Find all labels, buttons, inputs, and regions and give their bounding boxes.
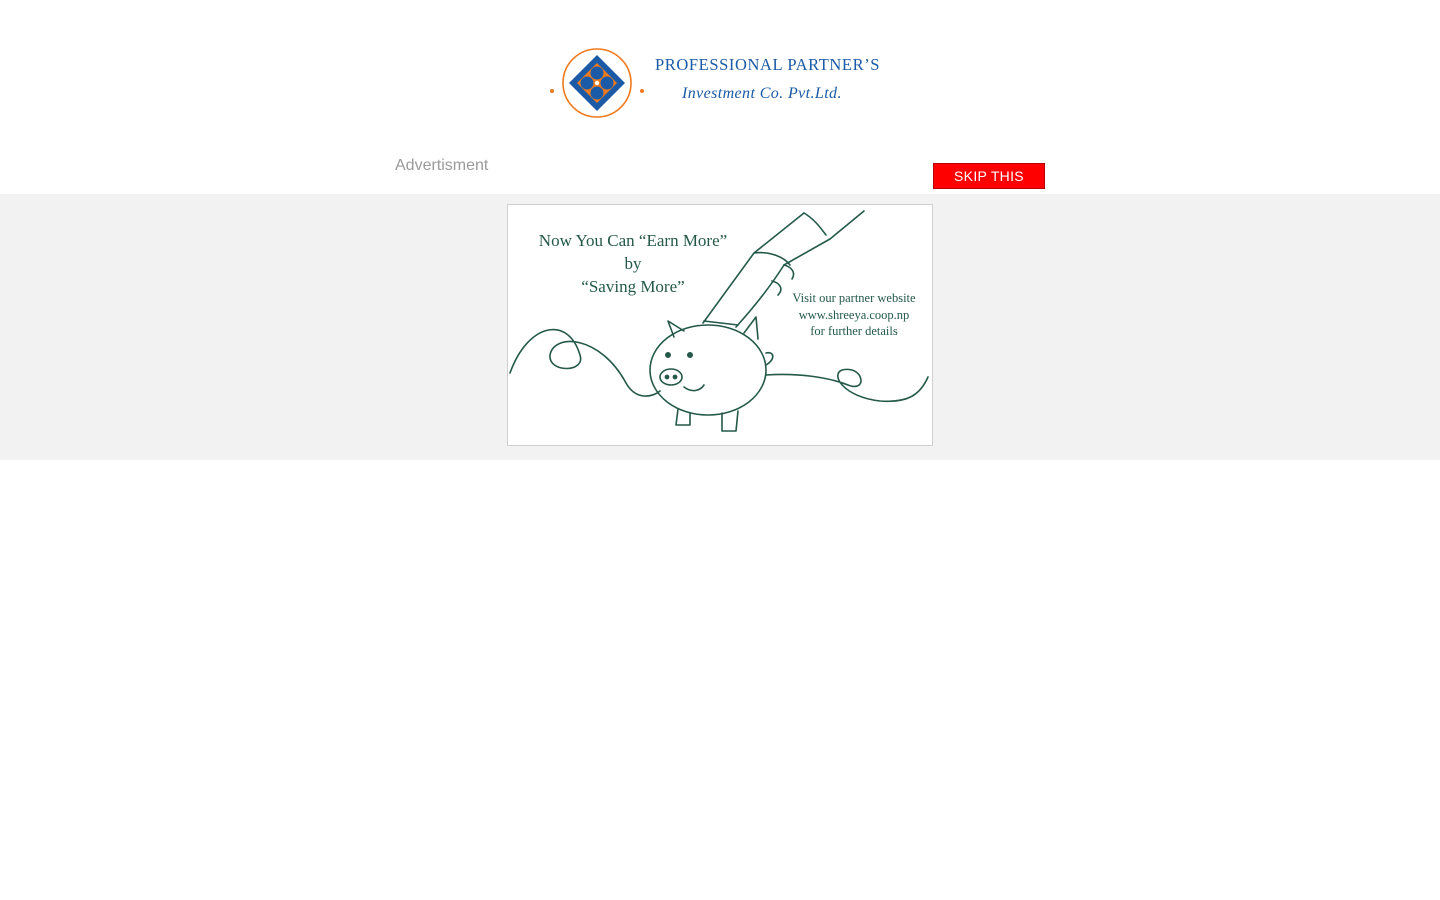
brand-logo[interactable]: PROFESSIONAL PARTNER’S Investment Co. Pv… xyxy=(548,34,898,132)
banner-headline-line-1: Now You Can “Earn More” xyxy=(538,231,728,250)
advertisement-label: Advertisment xyxy=(395,157,489,174)
banner-website-link[interactable]: www.shreeya.coop.np xyxy=(774,308,932,323)
brand-subtitle: Investment Co. Pvt.Ltd. xyxy=(682,85,842,102)
banner-side-line-3: for further details xyxy=(810,324,898,338)
advertisement-banner[interactable]: Now You Can “Earn More” by “Saving More”… xyxy=(507,204,933,446)
brand-name: PROFESSIONAL PARTNER’S xyxy=(655,55,881,74)
banner-headline-line-3: “Saving More” xyxy=(581,277,685,296)
advertisement-area: Now You Can “Earn More” by “Saving More”… xyxy=(0,194,1440,460)
banner-headline-line-2: by xyxy=(624,254,642,273)
banner-side-line-1: Visit our partner website xyxy=(792,291,916,305)
brand-emblem-icon xyxy=(550,48,644,118)
skip-ad-button[interactable]: SKIP THIS xyxy=(933,163,1045,189)
